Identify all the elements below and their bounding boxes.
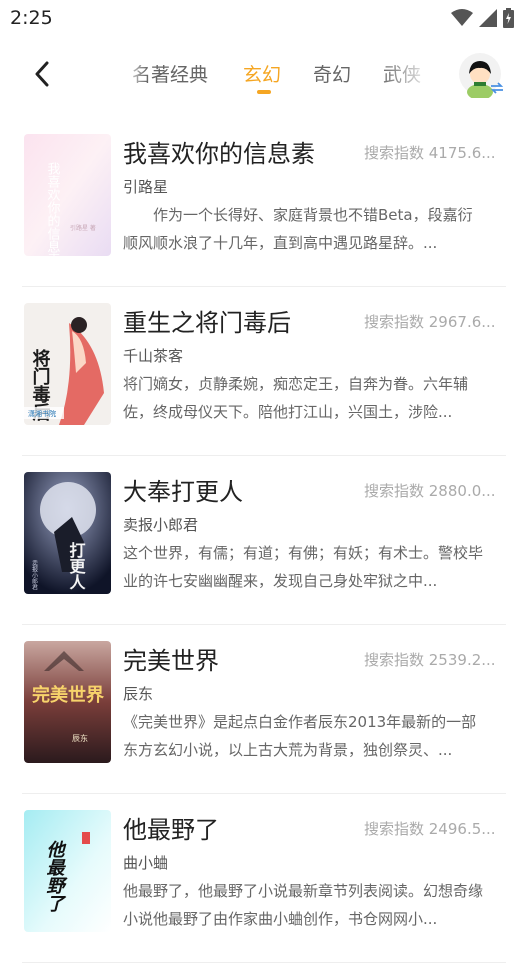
swap-icon — [490, 82, 504, 94]
status-bar: 2:25 — [0, 0, 526, 36]
search-index: 搜索指数 2496.5... — [364, 820, 496, 838]
status-icons — [451, 8, 514, 28]
active-tab-indicator — [257, 90, 271, 94]
book-item[interactable]: 打更人 卖报小郎君 大奉打更人 搜索指数 2880.0... 卖报小郎君 这个世… — [22, 456, 506, 625]
book-title[interactable]: 大奉打更人 — [123, 472, 243, 507]
tab-xuanhuan[interactable]: 玄幻 — [243, 60, 281, 87]
book-description: 他最野了，他最野了小说最新章节列表阅读。幻想奇缘小说他最野了由作家曲小蛐创作，书… — [123, 882, 484, 928]
cover-author: 辰东 — [72, 733, 88, 743]
book-author: 曲小蛐 — [123, 854, 169, 872]
status-time: 2:25 — [10, 7, 53, 29]
wifi-icon — [451, 9, 473, 26]
cover-publisher: 潇湘书院 — [28, 409, 56, 418]
book-title[interactable]: 他最野了 — [123, 810, 219, 845]
search-index: 搜索指数 2880.0... — [364, 482, 496, 500]
battery-icon — [503, 8, 514, 28]
book-author: 卖报小郎君 — [123, 516, 199, 534]
top-nav: 名著经典 玄幻 奇幻 武侠 — [0, 48, 526, 104]
back-button[interactable] — [26, 58, 58, 90]
cover-title: 打更人 — [67, 541, 86, 590]
signal-icon — [479, 9, 497, 27]
cover-author: 卖报小郎君 — [31, 560, 38, 591]
cover-title: 他最野了 — [43, 840, 65, 912]
search-index: 搜索指数 2967.6... — [364, 313, 496, 331]
avatar-switch-button[interactable] — [458, 52, 504, 100]
book-description: 将门嫡女，贞静柔婉，痴恋定王，自奔为眷。六年辅佐，终成母仪天下。陪他打江山，兴国… — [123, 375, 469, 421]
tabs-fade-right — [380, 48, 440, 104]
book-cover[interactable]: 完美世界 辰东 — [24, 641, 111, 763]
tabs-fade-left — [118, 48, 148, 104]
book-item[interactable]: 他最野了 他最野了 搜索指数 2496.5... 曲小蛐 他最野了，他最野了小说… — [22, 794, 506, 963]
cover-author: 引路星 著 — [70, 224, 96, 232]
book-description: 这个世界，有儒；有道；有佛；有妖；有术士。警校毕业的许七安幽幽醒来，发现自己身处… — [123, 544, 484, 590]
book-author: 千山茶客 — [123, 347, 184, 365]
book-item[interactable]: 我喜欢你的信息素 引路星 著 我喜欢你的信息素 搜索指数 4175.6... 引… — [22, 118, 506, 287]
book-author: 辰东 — [123, 685, 154, 703]
search-index: 搜索指数 2539.2... — [364, 651, 496, 669]
book-title[interactable]: 完美世界 — [123, 641, 219, 676]
book-cover[interactable]: 我喜欢你的信息素 引路星 著 — [24, 134, 111, 256]
book-description: 《完美世界》是起点白金作者辰东2013年最新的一部东方玄幻小说，以上古大荒为背景… — [123, 713, 477, 759]
book-item[interactable]: 完美世界 辰东 完美世界 搜索指数 2539.2... 辰东 《完美世界》是起点… — [22, 625, 506, 794]
book-title[interactable]: 重生之将门毒后 — [123, 303, 291, 338]
chevron-left-icon — [35, 61, 49, 87]
book-cover[interactable]: 将门毒后 潇湘书院 — [24, 303, 111, 425]
cover-title: 我喜欢你的信息素 — [45, 162, 61, 256]
search-index: 搜索指数 4175.6... — [364, 144, 496, 162]
category-tabs: 名著经典 玄幻 奇幻 武侠 — [118, 48, 440, 104]
book-item[interactable]: 将门毒后 潇湘书院 重生之将门毒后 搜索指数 2967.6... 千山茶客 将门… — [22, 287, 506, 456]
book-cover[interactable]: 他最野了 — [24, 810, 111, 932]
book-description: 作为一个长得好、家庭背景也不错Beta，段嘉衍顺风顺水浪了十几年，直到高中遇见路… — [123, 206, 473, 252]
book-cover[interactable]: 打更人 卖报小郎君 — [24, 472, 111, 594]
book-title[interactable]: 我喜欢你的信息素 — [123, 134, 315, 169]
tab-qihuan[interactable]: 奇幻 — [313, 60, 351, 87]
book-author: 引路星 — [123, 178, 169, 196]
cover-title: 完美世界 — [32, 684, 104, 706]
